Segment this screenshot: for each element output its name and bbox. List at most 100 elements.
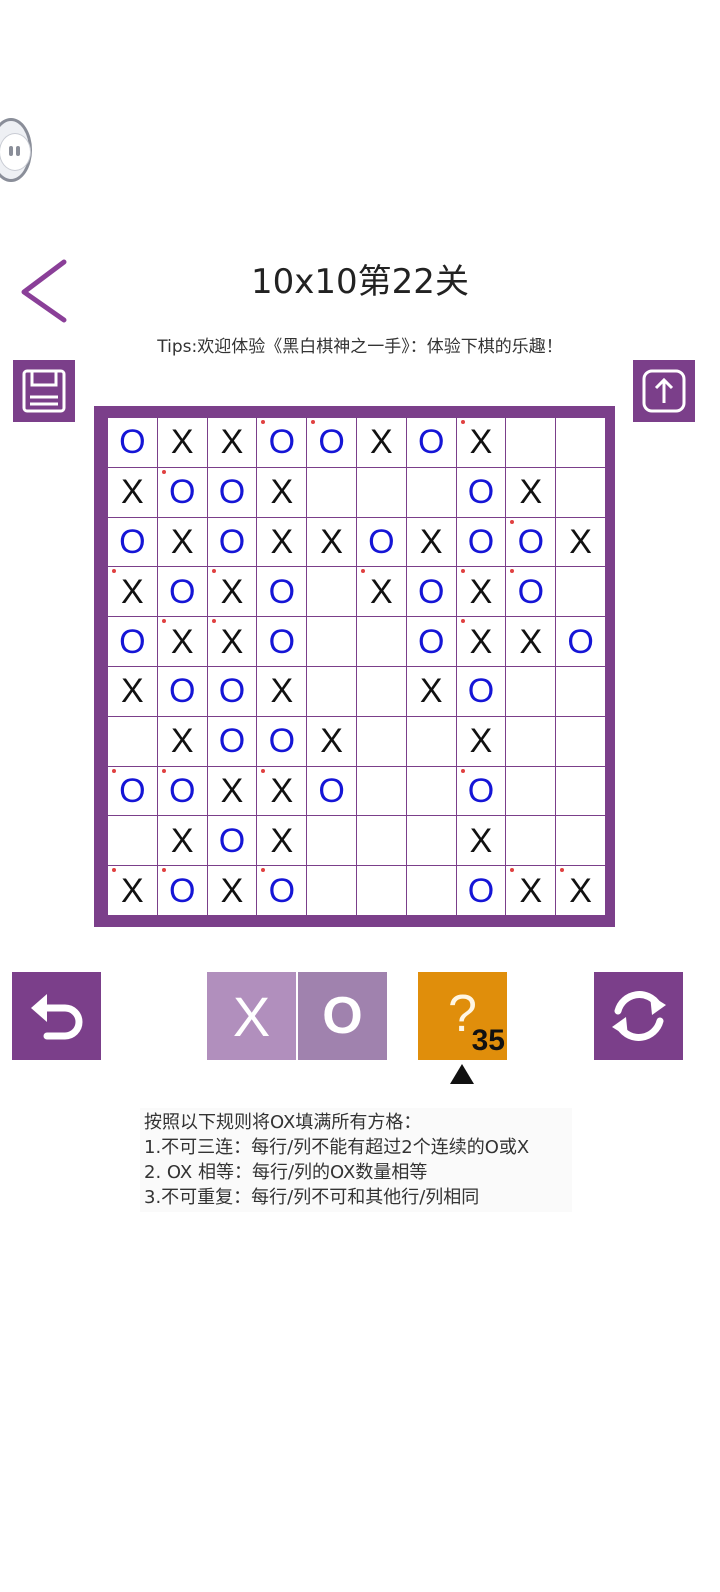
board-cell[interactable]: X <box>157 517 207 567</box>
board-cell[interactable] <box>356 617 406 666</box>
board-cell[interactable] <box>307 816 356 866</box>
board-cell[interactable]: X <box>207 766 257 816</box>
board-cell[interactable] <box>506 766 556 816</box>
board-cell[interactable] <box>307 866 356 915</box>
board-cell[interactable]: X <box>157 617 207 666</box>
board-cell[interactable]: X <box>556 517 605 567</box>
board-cell[interactable]: X <box>506 467 556 517</box>
board-cell[interactable] <box>406 866 456 915</box>
board-cell[interactable] <box>506 418 556 467</box>
board-cell[interactable]: O <box>157 567 207 617</box>
save-button[interactable] <box>13 360 75 422</box>
board-cell[interactable] <box>406 716 456 766</box>
board-cell[interactable]: O <box>456 467 506 517</box>
pick-x-button[interactable]: X <box>207 972 296 1060</box>
board-cell[interactable]: O <box>157 467 207 517</box>
board-cell[interactable] <box>356 716 406 766</box>
board-cell[interactable]: O <box>157 866 207 915</box>
board-cell[interactable]: X <box>157 716 207 766</box>
board-cell[interactable] <box>556 766 605 816</box>
board-cell[interactable]: X <box>506 617 556 666</box>
board-cell[interactable] <box>406 766 456 816</box>
board-cell[interactable]: O <box>207 666 257 716</box>
board-cell[interactable]: O <box>257 716 307 766</box>
board-cell[interactable]: X <box>307 517 356 567</box>
board-cell[interactable]: O <box>108 418 157 467</box>
board-cell[interactable]: X <box>157 418 207 467</box>
board-cell[interactable]: O <box>456 517 506 567</box>
board-cell[interactable]: O <box>456 666 506 716</box>
board-cell[interactable] <box>406 467 456 517</box>
board-cell[interactable] <box>556 418 605 467</box>
board-cell[interactable] <box>356 866 406 915</box>
refresh-button[interactable] <box>594 972 683 1060</box>
board-cell[interactable]: X <box>257 666 307 716</box>
share-button[interactable] <box>633 360 695 422</box>
board-cell[interactable]: O <box>108 766 157 816</box>
board-cell[interactable]: O <box>207 716 257 766</box>
board-cell[interactable]: X <box>456 617 506 666</box>
board-cell[interactable]: X <box>257 816 307 866</box>
board-cell[interactable]: O <box>207 467 257 517</box>
board-cell[interactable]: O <box>406 418 456 467</box>
board-cell[interactable]: X <box>207 567 257 617</box>
board-cell[interactable]: O <box>356 517 406 567</box>
board-cell[interactable] <box>556 567 605 617</box>
board-cell[interactable]: X <box>456 567 506 617</box>
board-cell[interactable]: X <box>257 517 307 567</box>
board-cell[interactable] <box>556 816 605 866</box>
board-cell[interactable] <box>556 467 605 517</box>
floating-assistant-button[interactable] <box>0 118 32 182</box>
board-cell[interactable]: O <box>406 567 456 617</box>
undo-button[interactable] <box>12 972 101 1060</box>
board-cell[interactable]: O <box>207 517 257 567</box>
board-cell[interactable]: X <box>108 467 157 517</box>
pick-o-button[interactable]: O <box>298 972 387 1060</box>
board-cell[interactable]: O <box>506 517 556 567</box>
board-cell[interactable] <box>108 816 157 866</box>
board-cell[interactable]: O <box>456 766 506 816</box>
board-cell[interactable] <box>406 816 456 866</box>
board-cell[interactable] <box>307 467 356 517</box>
board-cell[interactable] <box>356 816 406 866</box>
board-cell[interactable] <box>307 567 356 617</box>
board-cell[interactable]: X <box>456 418 506 467</box>
board-cell[interactable]: X <box>307 716 356 766</box>
board-cell[interactable] <box>356 467 406 517</box>
board-cell[interactable]: X <box>556 866 605 915</box>
board-cell[interactable]: O <box>157 766 207 816</box>
board-cell[interactable]: O <box>257 418 307 467</box>
board-cell[interactable]: O <box>108 617 157 666</box>
board-cell[interactable] <box>556 716 605 766</box>
board-cell[interactable] <box>556 666 605 716</box>
board-cell[interactable]: O <box>406 617 456 666</box>
board-cell[interactable] <box>356 766 406 816</box>
board-cell[interactable]: X <box>207 617 257 666</box>
board-cell[interactable] <box>307 617 356 666</box>
board-cell[interactable]: X <box>506 866 556 915</box>
board-cell[interactable]: O <box>506 567 556 617</box>
board-cell[interactable]: X <box>456 816 506 866</box>
board-cell[interactable]: O <box>257 617 307 666</box>
board-cell[interactable]: O <box>307 418 356 467</box>
board-cell[interactable] <box>506 666 556 716</box>
board-cell[interactable] <box>108 716 157 766</box>
board-cell[interactable]: X <box>108 567 157 617</box>
board-cell[interactable]: X <box>108 866 157 915</box>
board-cell[interactable]: X <box>356 567 406 617</box>
board-cell[interactable]: O <box>207 816 257 866</box>
board-cell[interactable] <box>356 666 406 716</box>
board-cell[interactable]: O <box>157 666 207 716</box>
board-cell[interactable]: O <box>257 567 307 617</box>
board-cell[interactable]: O <box>307 766 356 816</box>
board-cell[interactable]: X <box>257 467 307 517</box>
board-cell[interactable]: O <box>108 517 157 567</box>
board-cell[interactable]: X <box>257 766 307 816</box>
board-cell[interactable]: O <box>456 866 506 915</box>
board-cell[interactable]: X <box>456 716 506 766</box>
board-cell[interactable]: X <box>406 517 456 567</box>
board-cell[interactable]: X <box>207 418 257 467</box>
board-cell[interactable]: X <box>356 418 406 467</box>
board-cell[interactable]: O <box>556 617 605 666</box>
board-cell[interactable] <box>307 666 356 716</box>
